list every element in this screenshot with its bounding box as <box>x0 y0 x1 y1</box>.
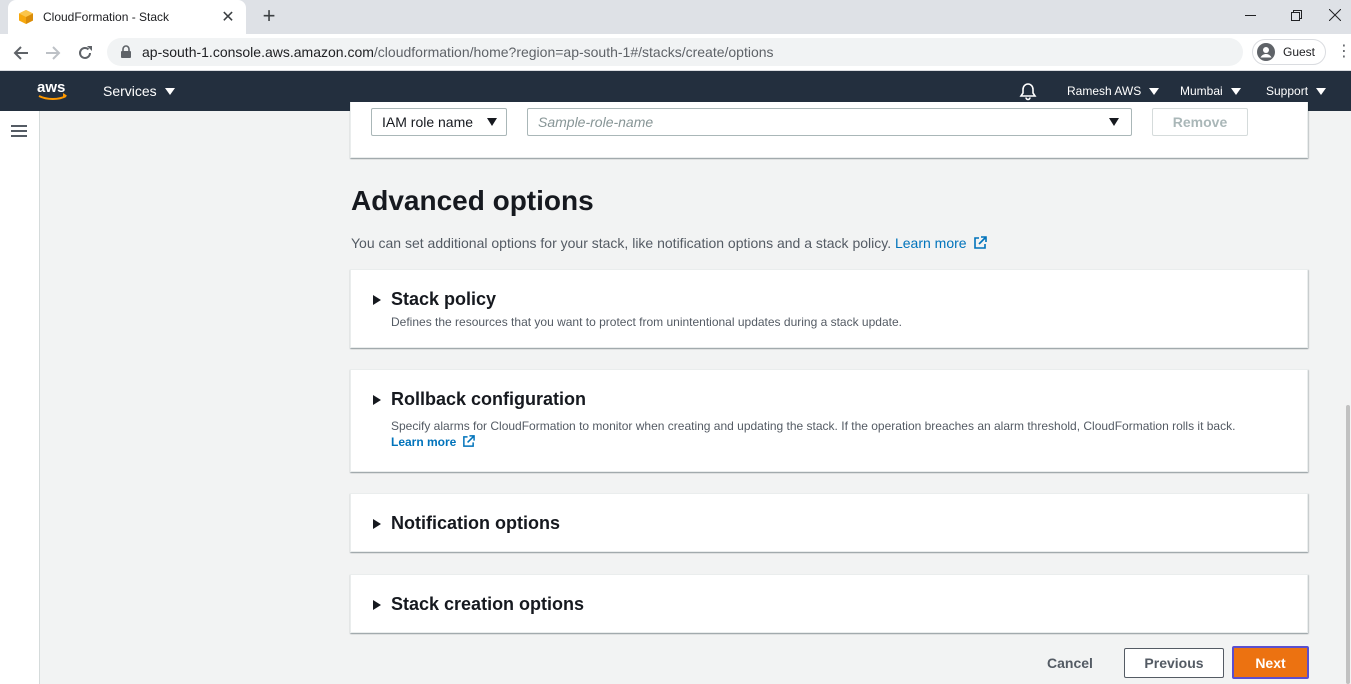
browser-toolbar: ap-south-1.console.aws.amazon.com/cloudf… <box>0 34 1351 71</box>
stack-creation-title: Stack creation options <box>391 594 585 614</box>
url-host: ap-south-1.console.aws.amazon.com <box>142 44 374 60</box>
browser-tab-strip: CloudFormation - Stack ✕ + <box>0 0 1351 34</box>
learn-more-link[interactable]: Learn more <box>895 235 987 251</box>
browser-tab[interactable]: CloudFormation - Stack ✕ <box>8 0 246 34</box>
reload-icon[interactable] <box>72 40 98 66</box>
caret-right-icon <box>373 518 381 529</box>
user-label: Ramesh AWS <box>1067 84 1142 98</box>
browser-menu-icon[interactable]: ⋮ <box>1336 44 1351 60</box>
stack-policy-description: Defines the resources that you want to p… <box>391 315 902 329</box>
chevron-down-icon <box>164 87 175 95</box>
aws-logo-icon[interactable]: aws <box>36 79 70 103</box>
rollback-learn-more-text: Learn more <box>391 435 457 449</box>
next-button[interactable]: Next <box>1232 646 1309 679</box>
caret-right-icon <box>373 599 381 610</box>
stack-policy-section: Stack policy Defines the resources that … <box>350 269 1308 348</box>
iam-role-name-placeholder: Sample-role-name <box>538 114 654 130</box>
profile-button[interactable]: Guest <box>1252 39 1326 65</box>
back-icon[interactable] <box>8 40 34 66</box>
region-label: Mumbai <box>1180 84 1223 98</box>
forward-icon[interactable] <box>40 40 66 66</box>
support-label: Support <box>1266 84 1309 98</box>
rollback-configuration-toggle[interactable]: Rollback configuration <box>373 389 586 410</box>
aws-cube-icon <box>19 10 33 24</box>
chevron-down-icon <box>1149 87 1160 95</box>
close-window-icon[interactable] <box>1319 0 1351 30</box>
side-navigation-collapsed <box>0 111 40 684</box>
url-path: /cloudformation/home?region=ap-south-1#/… <box>373 44 774 60</box>
caret-down-icon <box>1109 118 1119 126</box>
stack-creation-options-section: Stack creation options <box>350 574 1308 633</box>
chevron-down-icon <box>1230 87 1241 95</box>
remove-button[interactable]: Remove <box>1152 108 1248 136</box>
close-tab-icon[interactable]: ✕ <box>220 7 236 27</box>
caret-right-icon <box>373 394 381 405</box>
caret-down-icon <box>487 118 498 126</box>
minimize-icon[interactable] <box>1227 0 1273 30</box>
restore-icon[interactable] <box>1273 0 1319 30</box>
services-menu[interactable]: Services <box>103 71 175 111</box>
caret-right-icon <box>373 294 381 305</box>
permissions-panel: IAM role name Sample-role-name Remove <box>350 102 1308 158</box>
notification-options-section: Notification options <box>350 493 1308 552</box>
profile-label: Guest <box>1283 45 1316 59</box>
iam-role-name-select[interactable]: Sample-role-name <box>527 108 1132 136</box>
address-bar[interactable]: ap-south-1.console.aws.amazon.com/cloudf… <box>107 38 1243 66</box>
stack-policy-title: Stack policy <box>391 289 497 309</box>
advanced-description-text: You can set additional options for your … <box>351 235 892 251</box>
notification-title: Notification options <box>391 513 560 533</box>
iam-role-type-select[interactable]: IAM role name <box>371 108 507 136</box>
chevron-down-icon <box>1316 87 1327 95</box>
new-tab-button[interactable]: + <box>256 4 282 30</box>
url-text: ap-south-1.console.aws.amazon.com/cloudf… <box>142 44 774 60</box>
stack-creation-options-toggle[interactable]: Stack creation options <box>373 594 584 615</box>
hamburger-menu-icon[interactable] <box>11 125 27 139</box>
rollback-description-text: Specify alarms for CloudFormation to mon… <box>391 419 1236 433</box>
rollback-title: Rollback configuration <box>391 389 587 409</box>
iam-role-type-label: IAM role name <box>382 114 474 130</box>
page-scrollbar[interactable] <box>1346 405 1350 684</box>
external-link-icon <box>973 236 987 249</box>
cancel-button[interactable]: Cancel <box>1034 648 1106 678</box>
rollback-learn-more-link[interactable]: Learn more <box>391 435 476 449</box>
previous-button[interactable]: Previous <box>1124 648 1224 678</box>
stack-policy-toggle[interactable]: Stack policy <box>373 289 496 310</box>
external-link-icon <box>463 435 476 447</box>
notification-options-toggle[interactable]: Notification options <box>373 513 560 534</box>
rollback-description: Specify alarms for CloudFormation to mon… <box>391 418 1251 450</box>
tab-title: CloudFormation - Stack <box>43 10 170 24</box>
lock-icon <box>121 45 131 58</box>
rollback-configuration-section: Rollback configuration Specify alarms fo… <box>350 369 1308 472</box>
learn-more-text: Learn more <box>894 235 967 251</box>
avatar-icon <box>1257 43 1275 61</box>
services-label: Services <box>103 83 157 99</box>
page-section-title: Advanced options <box>351 185 594 216</box>
svg-text:aws: aws <box>37 79 65 96</box>
advanced-options-description: You can set additional options for your … <box>351 235 987 251</box>
